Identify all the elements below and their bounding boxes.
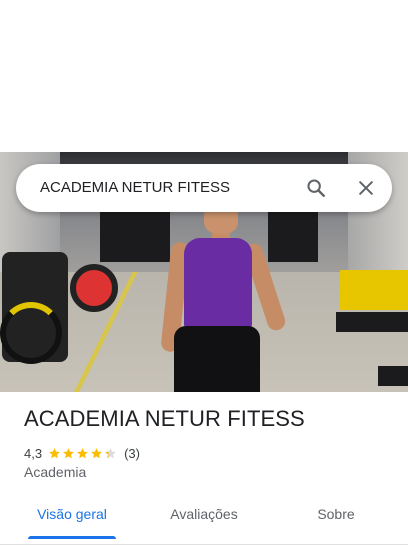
photo-bike-wheel	[0, 302, 62, 364]
star-icon	[91, 447, 102, 458]
photo-person	[160, 204, 288, 392]
photo-bench-frame	[336, 312, 408, 332]
star-icon	[77, 447, 88, 458]
rating-summary[interactable]: 4,3 (3)	[24, 443, 140, 463]
photo-bike-flywheel	[70, 264, 118, 312]
place-title: ACADEMIA NETUR FITESS	[24, 406, 305, 431]
rating-stars	[48, 447, 118, 460]
rating-value: 4,3	[24, 445, 43, 461]
tab-reviews[interactable]: Avaliações	[158, 496, 250, 542]
place-category[interactable]: Academia	[24, 464, 86, 480]
star-icon	[49, 447, 60, 458]
star-icon	[105, 447, 116, 458]
photo-person-leggings	[174, 326, 260, 392]
photo-bench	[340, 270, 408, 310]
active-tab-indicator	[28, 536, 116, 539]
place-tabs: Visão geral Avaliações Sobre	[0, 496, 408, 545]
review-count[interactable]: (3)	[124, 446, 140, 461]
star-icon	[63, 447, 74, 458]
search-button[interactable]	[302, 174, 330, 202]
search-bar[interactable]: ACADEMIA NETUR FITESS	[16, 164, 392, 212]
search-icon	[307, 179, 325, 197]
clear-search-button[interactable]	[352, 174, 380, 202]
photo-bench-leg	[378, 366, 408, 386]
tab-about[interactable]: Sobre	[300, 496, 372, 542]
search-input[interactable]: ACADEMIA NETUR FITESS	[40, 164, 230, 212]
photo-person-tank-top	[184, 238, 252, 330]
close-icon	[359, 181, 373, 195]
